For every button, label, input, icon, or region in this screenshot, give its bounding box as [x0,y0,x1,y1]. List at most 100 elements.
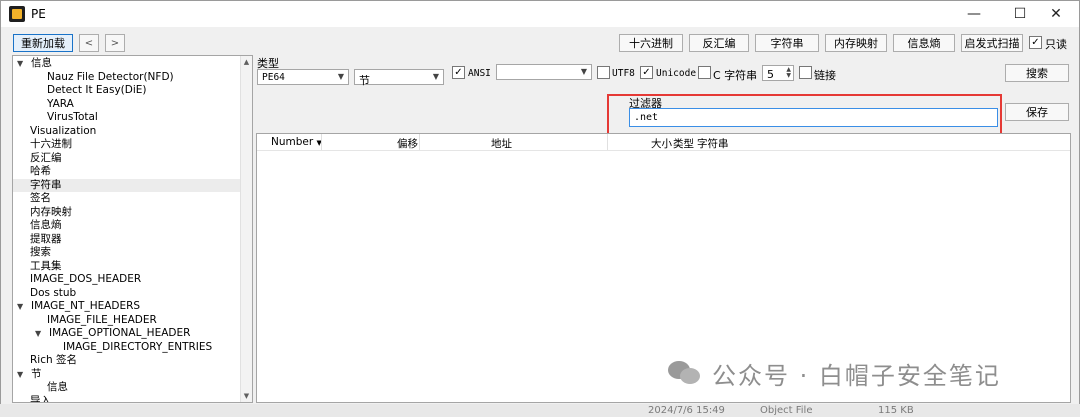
column-number[interactable]: Number ▼ [271,136,322,148]
tree-item[interactable]: Nauz File Detector(NFD) [13,71,241,85]
tree-item[interactable]: 信息 [13,381,241,395]
tree-scrollbar[interactable]: ▲ ▼ [240,56,252,402]
tree-item-label: 字符串 [30,178,62,191]
back-button[interactable]: < [79,34,99,52]
section-select[interactable]: 节 ▼ [354,69,444,87]
ansi-checkbox[interactable]: ✓ [452,66,465,79]
tree-item-label: Visualization [30,124,97,137]
tree-expand-icon[interactable]: ▼ [17,57,23,71]
column-separator[interactable] [607,134,608,150]
disasm-button[interactable]: 反汇编 [689,34,749,52]
tree-item[interactable]: ▼ 信息 [13,57,241,71]
tree-item-label: IMAGE_NT_HEADERS [31,300,141,312]
tree-item[interactable]: 信息熵 [13,219,241,233]
app-icon [9,6,25,22]
scroll-down-icon[interactable]: ▼ [241,390,252,402]
tree-item-label: Detect It Easy(DiE) [47,84,147,96]
scroll-up-icon[interactable]: ▲ [241,56,252,68]
heuristic-scan-button[interactable]: 启发式扫描 [961,34,1023,52]
tree-item-label: 签名 [30,192,51,204]
tree-item[interactable]: 提取器 [13,233,241,247]
tree-item[interactable]: 导入 [13,394,241,403]
column-string[interactable]: 字符串 [697,136,729,151]
spinner-arrows-icon[interactable]: ▲ ▼ [786,67,791,79]
chevron-down-icon: ▼ [337,72,344,81]
tree-item[interactable]: Dos stub [13,287,241,301]
strings-button[interactable]: 字符串 [755,34,819,52]
tree-expand-icon[interactable]: ▼ [17,300,23,314]
tree-item[interactable]: IMAGE_FILE_HEADER [13,314,241,328]
minimize-button[interactable]: — [951,1,997,27]
tree-item[interactable]: Visualization [13,125,241,139]
chevron-down-icon: ▼ [432,72,439,81]
search-button[interactable]: 搜索 [1005,64,1069,82]
column-size[interactable]: 大小 [651,136,672,151]
tree-item[interactable]: 十六进制 [13,138,241,152]
tree-item-label: 信息 [31,57,52,69]
column-type[interactable]: 类型 [673,136,694,151]
tree-item[interactable]: IMAGE_DIRECTORY_ENTRIES [13,341,241,355]
tree-item[interactable]: 反汇编 [13,152,241,166]
forward-button[interactable]: > [105,34,125,52]
tree-item[interactable]: IMAGE_DOS_HEADER [13,273,241,287]
ansi-label: ANSI [468,68,491,79]
column-offset[interactable]: 偏移 [397,136,418,151]
tree-item[interactable]: Detect It Easy(DiE) [13,84,241,98]
file-kind: Object File [760,405,813,416]
min-length-spinner[interactable]: 5 ▲ ▼ [762,65,794,81]
tree-item-label: Rich 签名 [30,354,77,366]
structure-tree: ▼ 信息 Nauz File Detector(NFD) Detect It Easy… [12,55,253,403]
tree-expand-icon[interactable]: ▼ [35,327,41,341]
min-length-value: 5 [767,68,774,81]
file-date: 2024/7/6 15:49 [648,405,725,416]
tree-item[interactable]: YARA [13,98,241,112]
utf8-label: UTF8 [612,68,635,79]
tree-item[interactable]: 搜索 [13,246,241,260]
close-button[interactable]: ✕ [1033,1,1079,27]
title-bar: PE — ☐ ✕ [1,1,1079,27]
save-button[interactable]: 保存 [1005,103,1069,121]
tree-item-label: IMAGE_OPTIONAL_HEADER [49,327,191,339]
tree-item[interactable]: 字符串 [13,178,241,192]
wechat-icon [668,359,702,387]
tree-item[interactable]: 签名 [13,192,241,206]
cstring-checkbox[interactable] [698,66,711,79]
entropy-button[interactable]: 信息熵 [893,34,955,52]
memory-map-button[interactable]: 内存映射 [825,34,887,52]
tree-item[interactable]: 工具集 [13,260,241,274]
file-size: 115 KB [878,405,914,416]
tree-item-label: 导入 [30,394,51,403]
tree-item-label: IMAGE_DIRECTORY_ENTRIES [63,340,213,353]
unicode-checkbox[interactable]: ✓ [640,66,653,79]
tree-item[interactable]: 哈希 [13,165,241,179]
tree-item-label: 信息熵 [30,219,62,231]
type-select[interactable]: PE64 ▼ [257,69,349,85]
column-separator[interactable] [321,134,322,150]
tree-item-label: 节 [31,367,42,380]
window-title: PE [31,7,46,21]
utf8-checkbox[interactable] [597,66,610,79]
column-separator[interactable] [419,134,420,150]
tree-item[interactable]: ▼ IMAGE_OPTIONAL_HEADER [13,327,241,341]
chevron-down-icon: ▼ [580,67,587,76]
tree-item[interactable]: 内存映射 [13,206,241,220]
tree-item-label: 哈希 [30,165,51,177]
tree-item-label: 信息 [47,381,68,393]
readonly-checkbox[interactable]: ✓ [1029,36,1042,49]
reload-button[interactable]: 重新加载 [13,34,73,52]
tree-expand-icon[interactable]: ▼ [17,368,23,382]
unicode-label: Unicode [656,68,697,79]
tree-item[interactable]: Rich 签名 [13,354,241,368]
tree-item-label: 工具集 [30,259,62,272]
encoding-select[interactable]: ▼ [496,64,592,80]
tree-item[interactable]: ▼ IMAGE_NT_HEADERS [13,300,241,314]
tree-item[interactable]: ▼ 节 [13,368,241,382]
type-select-value: PE64 [262,72,285,83]
tree-item-label: VirusTotal [47,111,98,123]
column-address[interactable]: 地址 [491,136,512,151]
watermark-text: 公众号 · 白帽子安全笔记 [712,361,1001,390]
hex-button[interactable]: 十六进制 [619,34,683,52]
tree-item-label: 搜索 [30,246,51,258]
tree-item[interactable]: VirusTotal [13,111,241,125]
link-checkbox[interactable] [799,66,812,79]
